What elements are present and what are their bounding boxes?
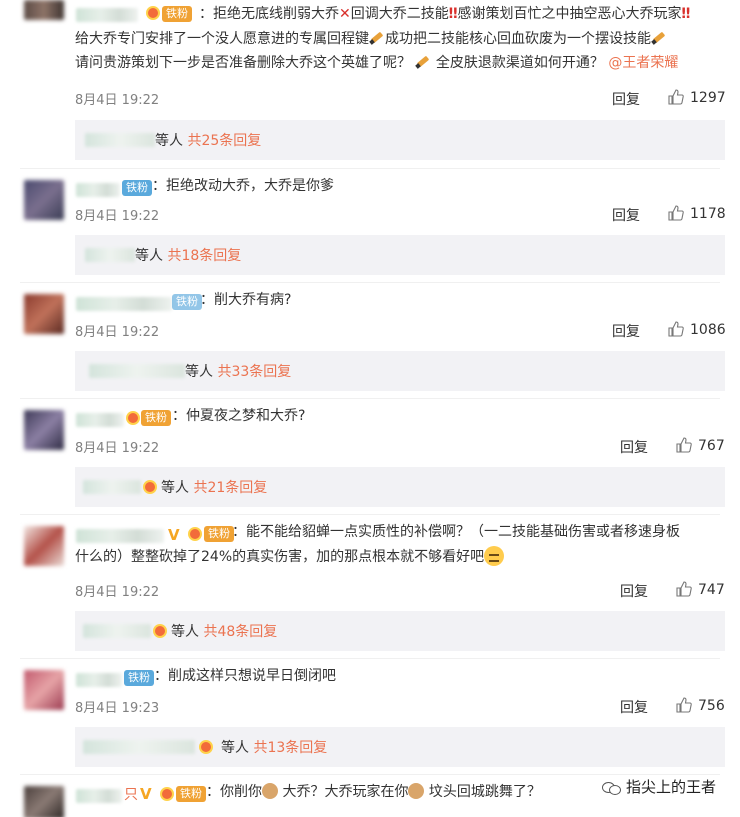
replies-count-link[interactable]: 共33条回复 <box>217 364 291 380</box>
like-button[interactable]: 756 <box>676 697 725 714</box>
thumbs-up-icon <box>668 321 684 337</box>
replies-summary[interactable]: 等人 共33条回复 <box>75 351 725 391</box>
thumbs-up-icon <box>668 205 684 221</box>
avatar[interactable] <box>24 0 64 20</box>
verified-v-icon: V <box>140 785 152 803</box>
replies-count-link[interactable]: 共18条回复 <box>167 248 241 264</box>
avatar[interactable] <box>24 294 64 334</box>
daqiao-avatar-icon <box>262 783 278 799</box>
reply-button[interactable]: 回复 <box>612 205 640 225</box>
thumbs-up-icon <box>668 89 684 105</box>
pen-icon <box>369 31 385 45</box>
username[interactable] <box>76 183 120 197</box>
reply-button[interactable]: 回复 <box>620 697 648 717</box>
avatar[interactable] <box>24 786 64 817</box>
comment-text: ：仲夏夜之梦和大乔? <box>172 408 306 424</box>
pen-icon <box>651 31 667 45</box>
replies-count-link[interactable]: 共13条回复 <box>253 740 327 756</box>
member-icon <box>153 624 167 638</box>
daqiao-avatar-icon <box>408 783 425 799</box>
member-icon <box>160 787 174 801</box>
replies-summary[interactable]: 等人 共21条回复 <box>75 467 725 507</box>
reply-button[interactable]: 回复 <box>620 581 648 601</box>
replies-summary[interactable]: 等人 共48条回复 <box>75 611 725 651</box>
fan-badge[interactable]: 铁粉 <box>122 180 152 196</box>
replies-summary[interactable]: 等人 共25条回复 <box>75 120 725 160</box>
thumbs-up-icon <box>676 697 692 713</box>
fan-badge[interactable]: 铁粉 <box>172 294 202 310</box>
like-button[interactable]: 1297 <box>668 89 726 106</box>
like-button[interactable]: 1086 <box>668 321 726 338</box>
avatar[interactable] <box>24 410 64 450</box>
comment-date: 8月4日 19:22 <box>75 93 160 108</box>
avatar[interactable] <box>24 670 64 710</box>
comment-date: 8月4日 19:22 <box>75 325 160 340</box>
fan-badge[interactable]: 铁粉 <box>141 410 171 426</box>
comment-text: ：能不能给貂蝉一点实质性的补偿啊？（一二技能基础伤害或者移速身板 什么的）整整砍… <box>75 524 680 566</box>
replies-count-link[interactable]: 共21条回复 <box>193 480 267 496</box>
thumbs-up-icon <box>676 437 692 453</box>
comment-date: 8月4日 19:22 <box>75 585 160 600</box>
thumbs-up-icon <box>676 581 692 597</box>
mention-link[interactable]: @王者荣耀 <box>608 55 678 71</box>
comment-date: 8月4日 19:22 <box>75 441 160 456</box>
member-icon <box>199 740 213 754</box>
like-button[interactable]: 747 <box>676 581 725 598</box>
avatar[interactable] <box>24 180 64 220</box>
reply-button[interactable]: 回复 <box>620 437 648 457</box>
username[interactable] <box>76 789 122 803</box>
replies-summary[interactable]: 等人 共13条回复 <box>75 727 725 767</box>
replies-summary[interactable]: 等人 共18条回复 <box>75 235 725 275</box>
comment-text: ：削成这样只想说早日倒闭吧 <box>154 668 336 684</box>
username[interactable] <box>76 673 122 687</box>
username[interactable] <box>76 413 124 427</box>
fan-badge[interactable]: 铁粉 <box>124 670 154 686</box>
cross-icon: ✕ <box>339 6 351 22</box>
speechless-emoji-icon <box>484 545 505 566</box>
comment-date: 8月4日 19:23 <box>75 701 160 716</box>
member-icon <box>143 480 157 494</box>
fan-badge[interactable]: 铁粉 <box>176 786 206 802</box>
replies-count-link[interactable]: 共48条回复 <box>203 624 277 640</box>
username-tail[interactable]: 只 <box>124 784 138 804</box>
avatar[interactable] <box>24 526 64 566</box>
comment-text: ：削大乔有病? <box>200 292 292 308</box>
reply-button[interactable]: 回复 <box>612 89 640 109</box>
member-icon <box>126 411 140 425</box>
watermark: 指尖上的王者 <box>601 776 716 797</box>
username[interactable] <box>76 297 172 311</box>
replies-count-link[interactable]: 共25条回复 <box>187 133 261 149</box>
like-button[interactable]: 1178 <box>668 205 726 222</box>
pen-icon <box>415 55 431 69</box>
comment-text: ：拒绝无底线削弱大乔✕回调大乔二技能‼感谢策划百忙之中抽空恶心大乔玩家‼ 给大乔… <box>75 6 691 71</box>
comment-text: ：拒绝改动大乔，大乔是你爹 <box>152 178 334 194</box>
like-button[interactable]: 767 <box>676 437 725 454</box>
wechat-icon <box>601 780 621 795</box>
reply-button[interactable]: 回复 <box>612 321 640 341</box>
comment-date: 8月4日 19:22 <box>75 209 160 224</box>
